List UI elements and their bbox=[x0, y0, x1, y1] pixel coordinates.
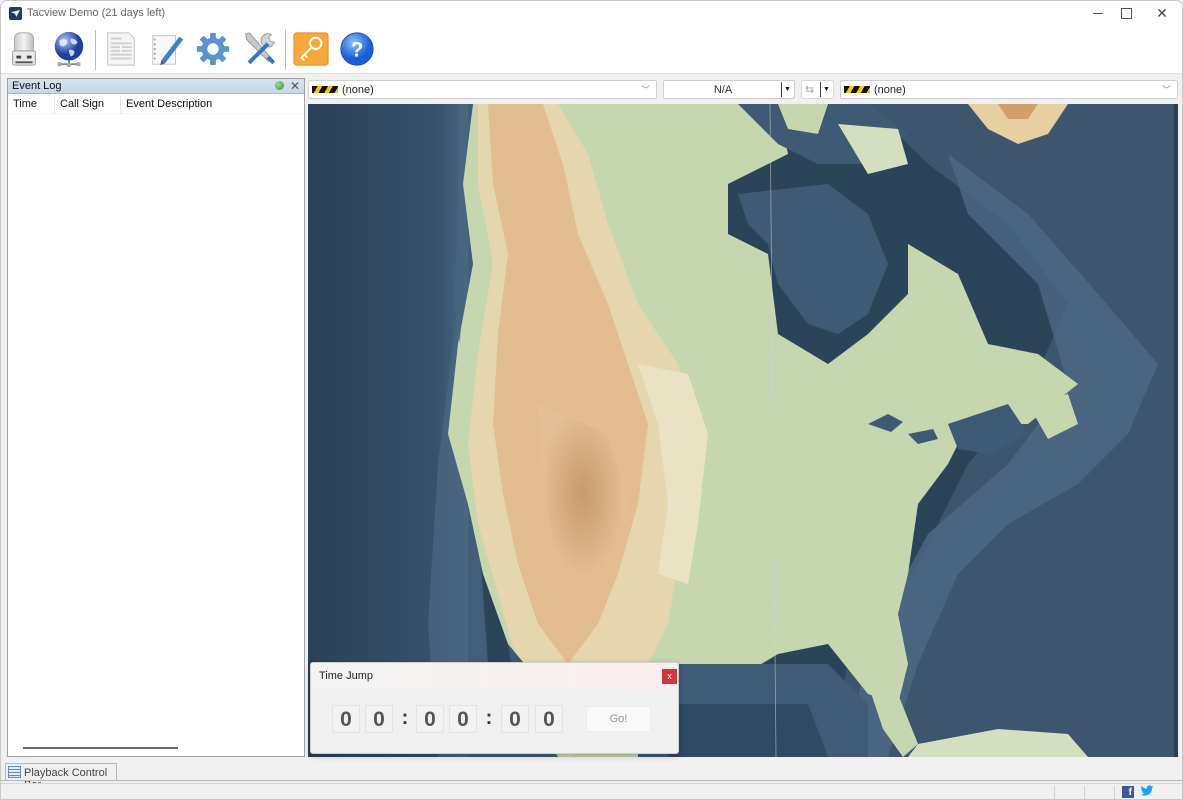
time-jump-close-button[interactable]: x bbox=[662, 669, 677, 684]
maximize-button[interactable] bbox=[1109, 1, 1143, 26]
chevron-down-icon: ﹀ bbox=[640, 85, 650, 95]
status-separator bbox=[1084, 786, 1085, 799]
notes-button[interactable] bbox=[147, 28, 187, 70]
time-separator: : bbox=[401, 707, 409, 729]
column-header-call-sign[interactable]: Call Sign bbox=[60, 98, 104, 114]
column-divider[interactable] bbox=[120, 96, 121, 114]
tools-icon bbox=[245, 32, 276, 65]
title-bar: Tacview Demo (21 days left) ✕ bbox=[1, 1, 1182, 26]
minutes-ones-digit[interactable]: 0 bbox=[449, 705, 477, 733]
toolbar-separator bbox=[95, 30, 96, 70]
time-jump-dialog: Time Jump x 0 0 : 0 0 : 0 0 Go! bbox=[310, 662, 679, 754]
event-log-column-headers: Time Call Sign Event Description bbox=[8, 94, 304, 114]
close-button[interactable]: ✕ bbox=[1145, 1, 1179, 26]
hours-ones-digit[interactable]: 0 bbox=[365, 705, 393, 733]
time-separator: : bbox=[485, 707, 493, 729]
seconds-tens-digit[interactable]: 0 bbox=[501, 705, 529, 733]
column-divider[interactable] bbox=[54, 96, 55, 114]
dropdown-arrow-icon[interactable]: ▼ bbox=[820, 82, 832, 97]
time-jump-title-bar[interactable]: Time Jump x bbox=[311, 663, 678, 689]
tab-divider bbox=[1, 780, 1182, 781]
event-log-panel: Event Log ✕ Time Call Sign Event Descrip… bbox=[7, 78, 305, 757]
app-window: Tacview Demo (21 days left) ✕ ? Event Lo… bbox=[0, 0, 1183, 800]
go-button[interactable]: Go! bbox=[586, 706, 651, 732]
swap-icon: ⇆ bbox=[805, 84, 815, 96]
tacview-logo-icon bbox=[9, 7, 22, 20]
column-header-time[interactable]: Time bbox=[13, 98, 37, 114]
settings-button[interactable] bbox=[193, 28, 233, 70]
map-view[interactable] bbox=[308, 104, 1178, 757]
chevron-down-icon: ﹀ bbox=[1161, 85, 1171, 95]
status-separator bbox=[1114, 786, 1115, 799]
tools-button[interactable] bbox=[239, 28, 279, 70]
relation-display[interactable]: N/A ▼ bbox=[663, 80, 795, 99]
status-bar: f bbox=[1, 783, 1182, 799]
hazard-stripe-icon bbox=[844, 86, 870, 93]
document-icon bbox=[107, 32, 135, 66]
horizontal-scrollbar[interactable] bbox=[23, 747, 178, 749]
facebook-icon[interactable]: f bbox=[1122, 786, 1134, 798]
status-separator bbox=[1054, 786, 1055, 799]
hazard-stripe-icon bbox=[312, 86, 338, 93]
seconds-ones-digit[interactable]: 0 bbox=[535, 705, 563, 733]
time-jump-title: Time Jump bbox=[319, 670, 373, 682]
help-button[interactable]: ? bbox=[337, 28, 377, 70]
north-america-terrain-map[interactable] bbox=[308, 104, 1178, 757]
globe-network-icon bbox=[54, 31, 84, 68]
secondary-object-select[interactable]: (none) ﹀ bbox=[840, 80, 1178, 99]
event-log-title: Event Log bbox=[12, 80, 62, 92]
secondary-object-value: (none) bbox=[874, 84, 906, 96]
twitter-icon[interactable] bbox=[1140, 784, 1154, 799]
online-button[interactable] bbox=[49, 28, 89, 70]
main-toolbar: ? bbox=[1, 26, 1182, 74]
flight-log-button[interactable] bbox=[101, 28, 141, 70]
event-log-header: Event Log ✕ bbox=[8, 79, 304, 94]
swap-objects-button[interactable]: ⇆ ▼ bbox=[801, 80, 834, 99]
primary-object-value: (none) bbox=[342, 84, 374, 96]
license-button[interactable] bbox=[291, 28, 331, 70]
minutes-tens-digit[interactable]: 0 bbox=[416, 705, 444, 733]
help-icon: ? bbox=[340, 32, 374, 66]
usb-drive-icon bbox=[12, 32, 36, 66]
toolbar-panel-icon bbox=[8, 766, 21, 778]
playback-control-bar-tab[interactable]: Playback Control Bar bbox=[5, 763, 117, 791]
pin-icon[interactable] bbox=[275, 81, 284, 90]
relation-value: N/A bbox=[713, 84, 733, 96]
window-title: Tacview Demo (21 days left) bbox=[27, 7, 166, 19]
column-header-event-description[interactable]: Event Description bbox=[126, 98, 212, 114]
hours-tens-digit[interactable]: 0 bbox=[332, 705, 360, 733]
primary-object-select[interactable]: (none) ﹀ bbox=[308, 80, 657, 99]
dropdown-arrow-icon[interactable]: ▼ bbox=[781, 82, 793, 97]
open-file-button[interactable] bbox=[4, 28, 44, 70]
toolbar-separator bbox=[285, 30, 286, 70]
key-icon bbox=[293, 32, 329, 66]
svg-text:?: ? bbox=[351, 39, 364, 62]
panel-close-button[interactable]: ✕ bbox=[290, 79, 300, 93]
notepad-pen-icon bbox=[152, 35, 184, 66]
gear-icon bbox=[196, 32, 230, 66]
